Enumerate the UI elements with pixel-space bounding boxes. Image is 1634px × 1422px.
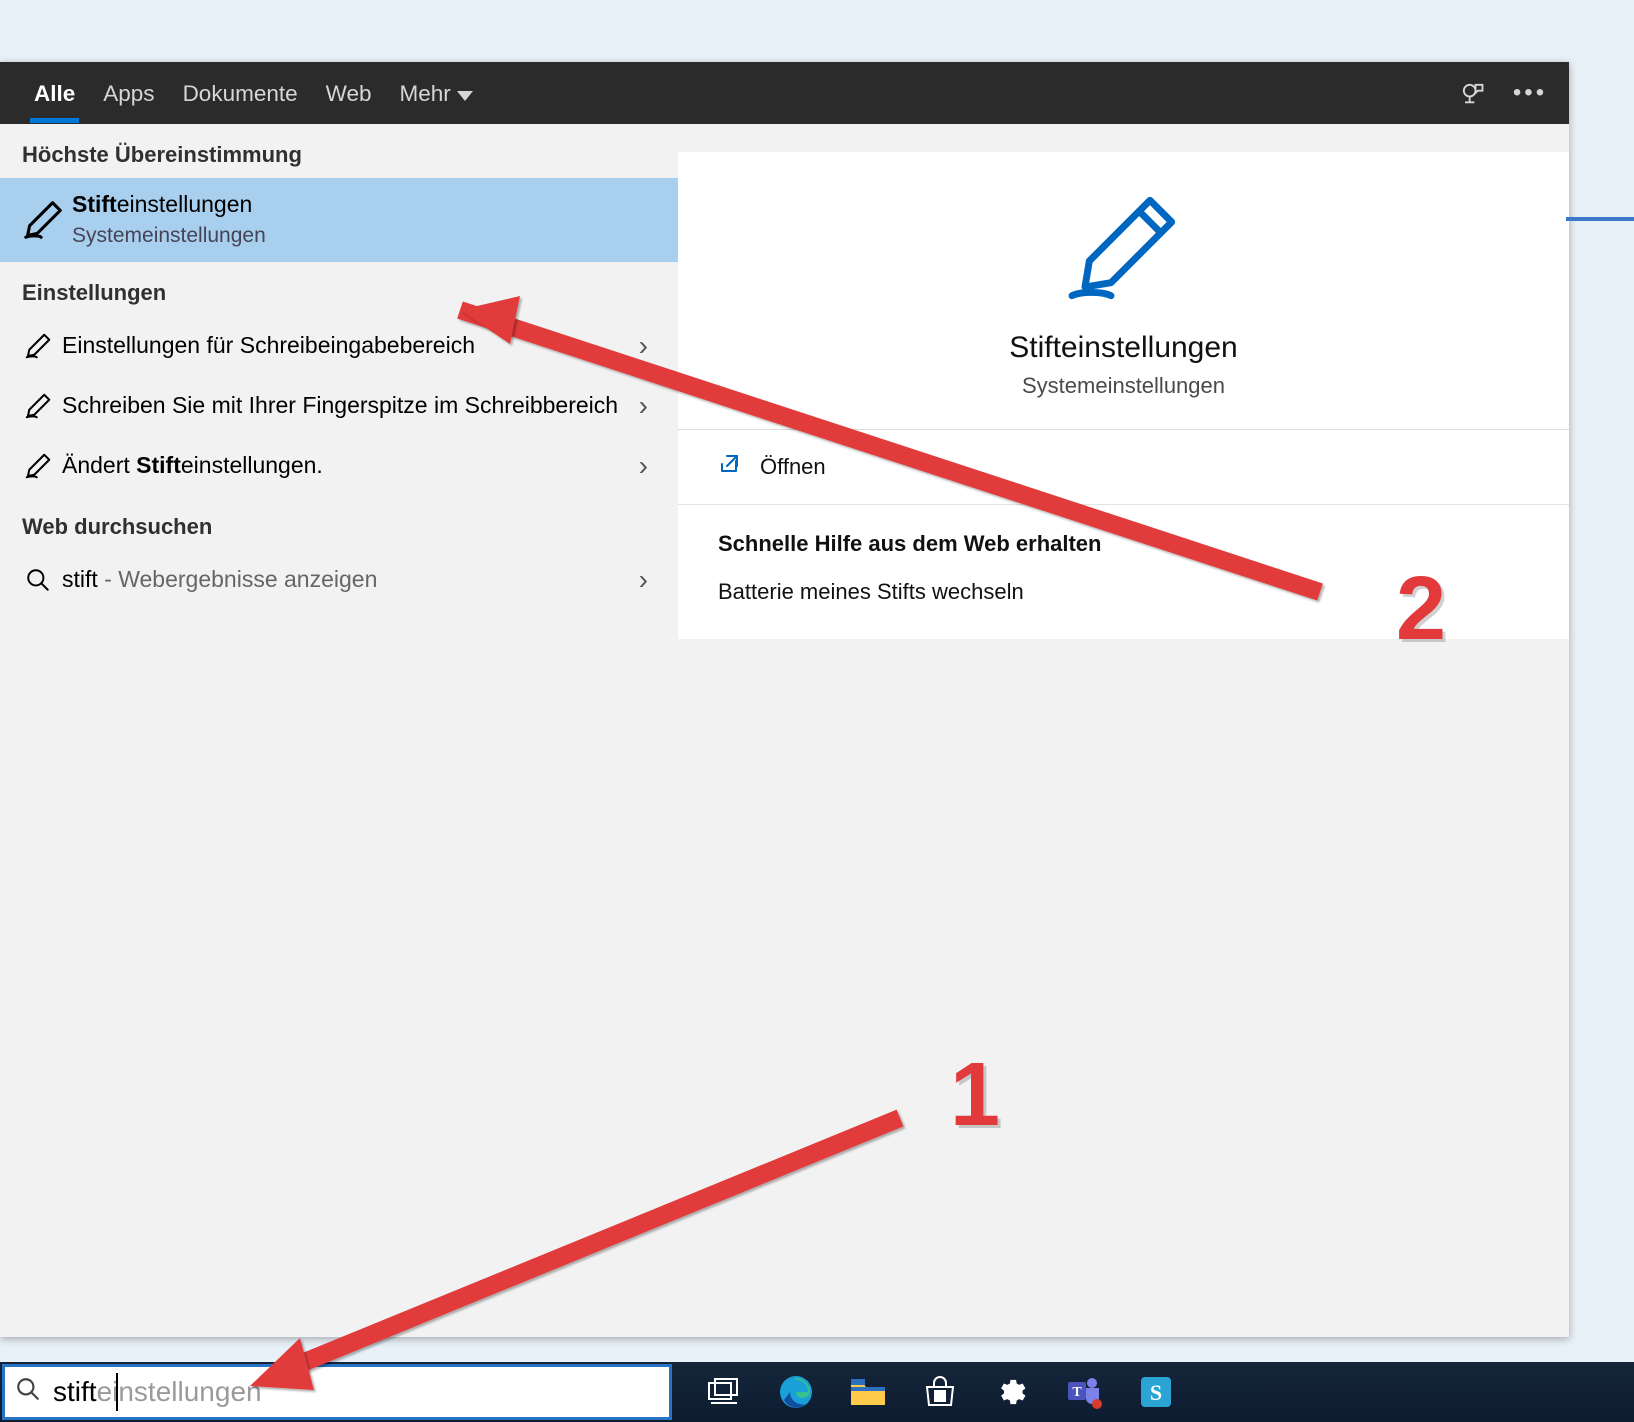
- search-icon: [14, 567, 62, 593]
- open-label: Öffnen: [760, 454, 826, 480]
- store-icon[interactable]: [916, 1375, 964, 1409]
- detail-title: Stifteinstellungen: [718, 331, 1529, 365]
- chevron-right-icon: ›: [631, 450, 656, 482]
- section-settings: Einstellungen: [0, 262, 678, 316]
- file-explorer-icon[interactable]: [844, 1377, 892, 1407]
- svg-text:S: S: [1150, 1380, 1162, 1405]
- web-help-title: Schnelle Hilfe aus dem Web erhalten: [718, 531, 1529, 557]
- pen-large-icon: [718, 188, 1529, 313]
- web-result-item[interactable]: stift - Webergebnisse anzeigen ›: [0, 550, 678, 610]
- taskbar-icons: T S: [672, 1362, 1180, 1422]
- web-result-text: stift - Webergebnisse anzeigen: [62, 564, 631, 595]
- chevron-right-icon: ›: [631, 564, 656, 596]
- chevron-right-icon: ›: [631, 330, 656, 362]
- tabs-bar: Alle Apps Dokumente Web Mehr •••: [0, 62, 1569, 124]
- decorative-line: [1566, 217, 1634, 221]
- settings-item-2-text: Schreiben Sie mit Ihrer Fingerspitze im …: [62, 390, 631, 421]
- detail-header: Stifteinstellungen Systemeinstellungen: [678, 152, 1569, 430]
- search-icon: [15, 1376, 41, 1409]
- settings-item-3-text: Ändert Stifteinstellungen.: [62, 450, 631, 481]
- open-action[interactable]: Öffnen: [678, 430, 1569, 505]
- detail-subtitle: Systemeinstellungen: [718, 373, 1529, 399]
- tab-documents[interactable]: Dokumente: [169, 65, 312, 121]
- tab-more[interactable]: Mehr: [385, 65, 486, 121]
- settings-item-2[interactable]: Schreiben Sie mit Ihrer Fingerspitze im …: [0, 376, 678, 436]
- teams-icon[interactable]: T: [1060, 1374, 1108, 1410]
- edge-icon[interactable]: [772, 1374, 820, 1410]
- text-cursor: [116, 1373, 118, 1411]
- task-view-icon[interactable]: [700, 1377, 748, 1407]
- pen-icon: [14, 331, 62, 361]
- search-typed-text: stift: [53, 1376, 97, 1408]
- chevron-down-icon: [457, 81, 473, 107]
- more-options-icon[interactable]: •••: [1501, 79, 1559, 107]
- taskbar-search-input[interactable]: stifteinstellungen: [2, 1364, 672, 1420]
- tab-web[interactable]: Web: [312, 65, 386, 121]
- tab-apps[interactable]: Apps: [89, 65, 168, 121]
- section-web: Web durchsuchen: [0, 496, 678, 550]
- settings-item-1-text: Einstellungen für Schreibeingabebereich: [62, 330, 631, 361]
- settings-item-1[interactable]: Einstellungen für Schreibeingabebereich …: [0, 316, 678, 376]
- feedback-icon[interactable]: [1443, 79, 1501, 108]
- detail-pane: Stifteinstellungen Systemeinstellungen Ö…: [678, 124, 1569, 1337]
- pen-icon: [14, 451, 62, 481]
- best-match-title-bold: Stift: [72, 191, 117, 217]
- best-match-item[interactable]: Stifteinstellungen Systemeinstellungen: [0, 178, 678, 262]
- search-results-panel: Alle Apps Dokumente Web Mehr ••• Höchste…: [0, 62, 1569, 1337]
- web-help-link[interactable]: Batterie meines Stifts wechseln: [718, 579, 1529, 605]
- snagit-icon[interactable]: S: [1132, 1375, 1180, 1409]
- search-autocomplete-text: einstellungen: [97, 1376, 262, 1408]
- web-help-block: Schnelle Hilfe aus dem Web erhalten Batt…: [678, 505, 1569, 639]
- pen-icon: [14, 197, 72, 243]
- open-link-icon: [718, 452, 760, 482]
- taskbar: stifteinstellungen: [0, 1362, 1634, 1422]
- best-match-title-rest: einstellungen: [117, 191, 253, 217]
- results-list: Höchste Übereinstimmung Stifteinstellung…: [0, 124, 678, 1337]
- best-match-subtitle: Systemeinstellungen: [72, 221, 656, 251]
- settings-item-3[interactable]: Ändert Stifteinstellungen. ›: [0, 436, 678, 496]
- tab-all[interactable]: Alle: [20, 65, 89, 121]
- settings-gear-icon[interactable]: [988, 1375, 1036, 1409]
- section-best-match: Höchste Übereinstimmung: [0, 124, 678, 178]
- svg-text:T: T: [1072, 1385, 1082, 1400]
- chevron-right-icon: ›: [631, 390, 656, 422]
- pen-icon: [14, 391, 62, 421]
